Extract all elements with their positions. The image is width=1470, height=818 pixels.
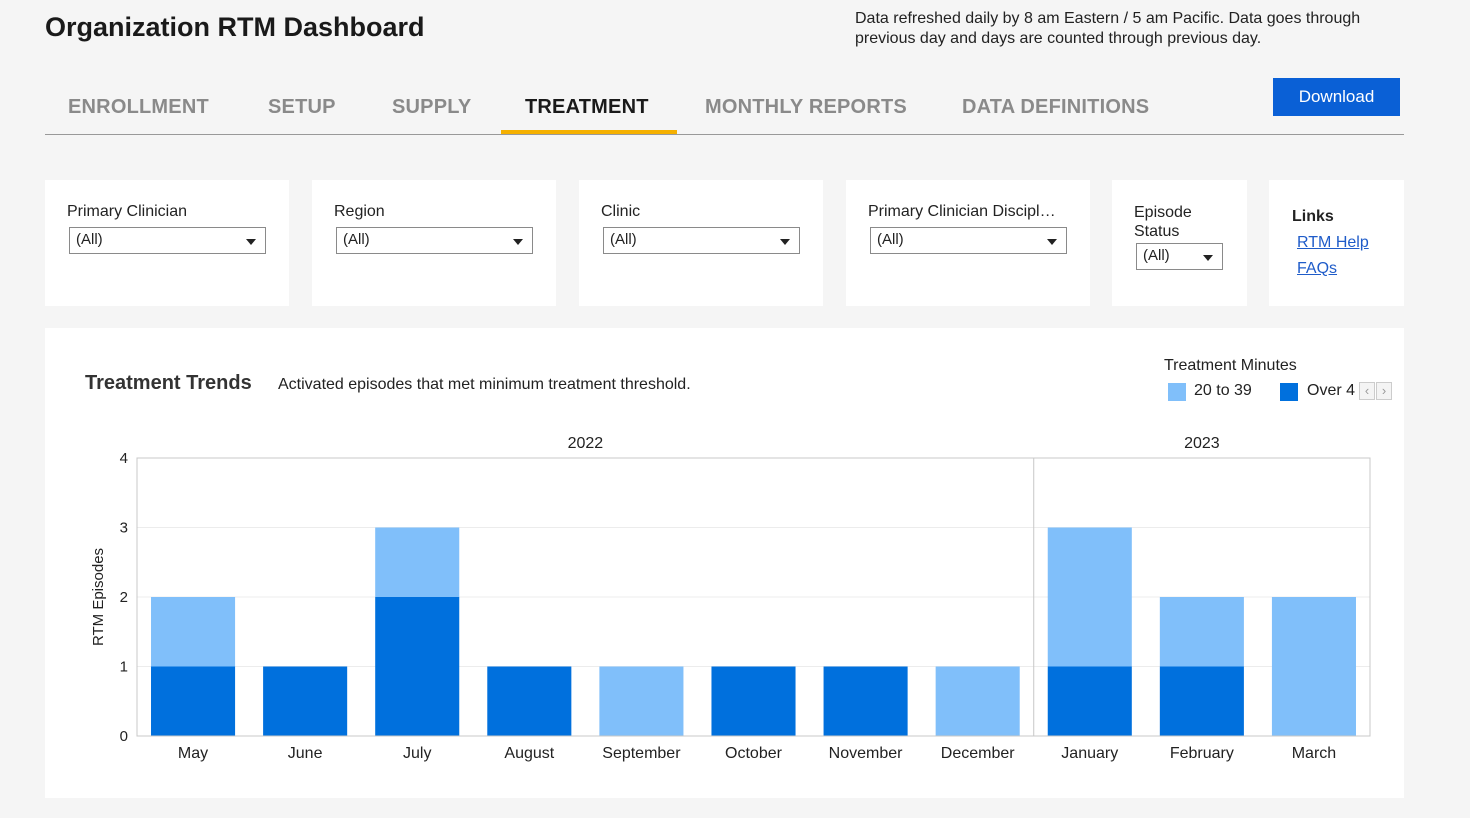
tab-bar: ENROLLMENT SETUP SUPPLY TREATMENT MONTHL… <box>45 82 1404 135</box>
data-refresh-note: Data refreshed daily by 8 am Eastern / 5… <box>855 10 1361 47</box>
bar-february-over-4[interactable] <box>1159 666 1244 737</box>
dropdown-arrow-icon <box>1203 255 1213 261</box>
x-tick-label: July <box>403 745 431 762</box>
select-value: (All) <box>343 231 370 248</box>
filter-clinic: Clinic (All) <box>579 180 823 306</box>
filter-label: Region <box>334 203 385 220</box>
filter-primary-clinician: Primary Clinician (All) <box>45 180 289 306</box>
treatment-trends-card: Treatment Trends Activated episodes that… <box>45 328 1404 798</box>
y-tick-label: 2 <box>120 589 128 606</box>
bar-january-20-to-39[interactable] <box>1047 527 1132 667</box>
x-tick-label: June <box>288 745 323 762</box>
x-tick-label: May <box>178 745 208 762</box>
faqs-link[interactable]: FAQs <box>1297 260 1337 278</box>
rtm-help-link[interactable]: RTM Help <box>1297 234 1369 252</box>
tab-enrollment[interactable]: ENROLLMENT <box>68 96 209 119</box>
bar-january-over-4[interactable] <box>1047 666 1132 737</box>
select-value: (All) <box>877 231 904 248</box>
dropdown-arrow-icon <box>780 239 790 245</box>
bar-july-20-to-39[interactable] <box>375 527 460 598</box>
region-select[interactable]: (All) <box>336 227 533 254</box>
bar-may-over-4[interactable] <box>151 666 236 737</box>
links-title: Links <box>1292 208 1334 225</box>
bar-december-20-to-39[interactable] <box>935 666 1020 737</box>
bar-october-over-4[interactable] <box>711 666 796 737</box>
bar-march-20-to-39[interactable] <box>1271 597 1356 736</box>
select-value: (All) <box>76 231 103 248</box>
bar-may-20-to-39[interactable] <box>151 597 236 667</box>
active-tab-underline <box>501 130 677 134</box>
download-button[interactable]: Download <box>1273 78 1400 116</box>
filter-label: Primary Clinician <box>67 203 188 220</box>
bar-june-over-4[interactable] <box>263 666 348 737</box>
clinic-select[interactable]: (All) <box>603 227 800 254</box>
dropdown-arrow-icon <box>246 239 256 245</box>
x-tick-label: October <box>725 745 783 762</box>
tab-supply[interactable]: SUPPLY <box>392 96 471 119</box>
bar-august-over-4[interactable] <box>487 666 572 737</box>
x-tick-label: November <box>829 745 903 762</box>
filter-label: Clinic <box>601 203 641 220</box>
bar-november-over-4[interactable] <box>823 666 908 737</box>
primary-clinician-discipline-select[interactable]: (All) <box>870 227 1067 254</box>
filter-region: Region (All) <box>312 180 556 306</box>
year-group-label: 2023 <box>1184 435 1220 452</box>
episode-status-select[interactable]: (All) <box>1136 243 1223 270</box>
bar-july-over-4[interactable] <box>375 597 460 736</box>
y-axis-label: RTM Episodes <box>90 548 107 646</box>
x-tick-label: December <box>941 745 1015 762</box>
dropdown-arrow-icon <box>513 239 523 245</box>
bar-september-20-to-39[interactable] <box>599 666 684 737</box>
y-tick-label: 3 <box>120 520 128 537</box>
x-tick-label: March <box>1292 745 1336 762</box>
x-tick-label: August <box>504 745 554 762</box>
filter-episode-status: Episode Status (All) <box>1112 180 1247 306</box>
y-tick-label: 4 <box>120 450 128 467</box>
x-tick-label: September <box>602 745 681 762</box>
tab-data-definitions[interactable]: DATA DEFINITIONS <box>962 96 1149 119</box>
tab-treatment[interactable]: TREATMENT <box>525 96 649 119</box>
y-tick-label: 0 <box>120 728 128 745</box>
dropdown-arrow-icon <box>1047 239 1057 245</box>
page-title: Organization RTM Dashboard <box>45 12 425 42</box>
y-tick-label: 1 <box>120 659 128 676</box>
x-tick-label: February <box>1170 745 1234 762</box>
filter-primary-clinician-discipline: Primary Clinician Discipl… (All) <box>846 180 1090 306</box>
filter-label: Primary Clinician Discipl… <box>868 203 1056 220</box>
bar-february-20-to-39[interactable] <box>1159 597 1244 667</box>
links-card: Links RTM Help FAQs <box>1269 180 1404 306</box>
tab-monthly-reports[interactable]: MONTHLY REPORTS <box>705 96 907 119</box>
filter-label: Episode Status <box>1134 204 1192 240</box>
x-tick-label: January <box>1061 745 1118 762</box>
select-value: (All) <box>610 231 637 248</box>
tab-setup[interactable]: SETUP <box>268 96 336 119</box>
select-value: (All) <box>1143 247 1170 264</box>
primary-clinician-select[interactable]: (All) <box>69 227 266 254</box>
treatment-trends-chart: 0 1 2 3 4 RTM Episodes May June July August Septem… <box>90 435 1371 762</box>
year-group-label: 2022 <box>568 435 604 452</box>
